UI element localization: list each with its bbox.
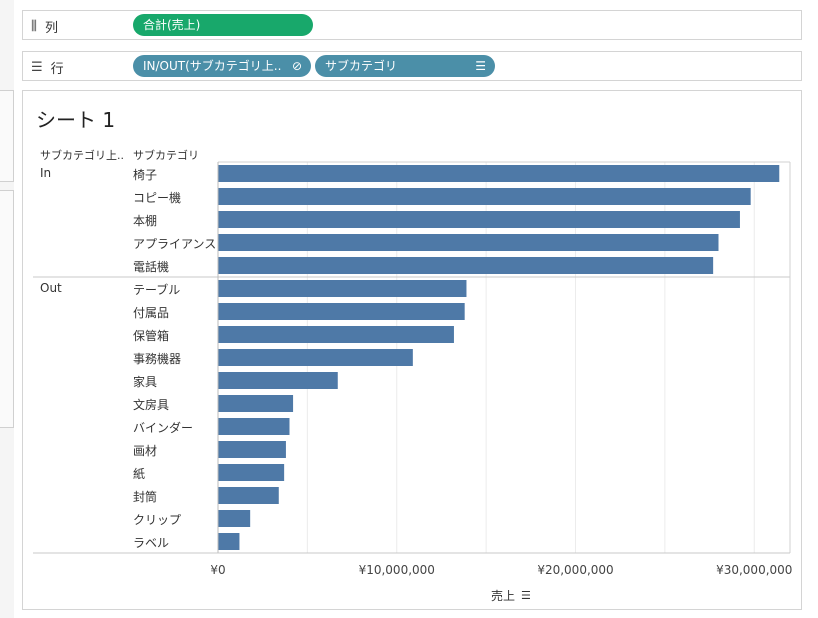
bar[interactable] xyxy=(218,372,338,389)
x-axis-label: 売上 xyxy=(491,589,516,603)
bar[interactable] xyxy=(218,303,465,320)
bar[interactable] xyxy=(218,464,285,481)
bar[interactable] xyxy=(218,510,251,527)
bar[interactable] xyxy=(218,257,714,274)
bar[interactable] xyxy=(218,441,286,458)
bar-chart xyxy=(33,161,791,554)
bar[interactable] xyxy=(218,211,740,228)
bar[interactable] xyxy=(218,326,454,343)
bar[interactable] xyxy=(218,165,780,182)
x-tick-label: ¥10,000,000 xyxy=(358,563,435,577)
x-tick-label: ¥0 xyxy=(210,563,226,577)
bar[interactable] xyxy=(218,395,294,412)
x-tick-label: ¥20,000,000 xyxy=(537,563,614,577)
x-axis-title[interactable]: 売上 ☰ xyxy=(491,587,531,604)
bar[interactable] xyxy=(218,280,467,297)
bar[interactable] xyxy=(218,234,719,251)
bar[interactable] xyxy=(218,349,413,366)
bar[interactable] xyxy=(218,533,240,550)
x-tick-label: ¥30,000,000 xyxy=(716,563,793,577)
bar[interactable] xyxy=(218,418,290,435)
bar[interactable] xyxy=(218,487,279,504)
sort-icon: ☰ xyxy=(521,589,531,602)
bar[interactable] xyxy=(218,188,751,205)
